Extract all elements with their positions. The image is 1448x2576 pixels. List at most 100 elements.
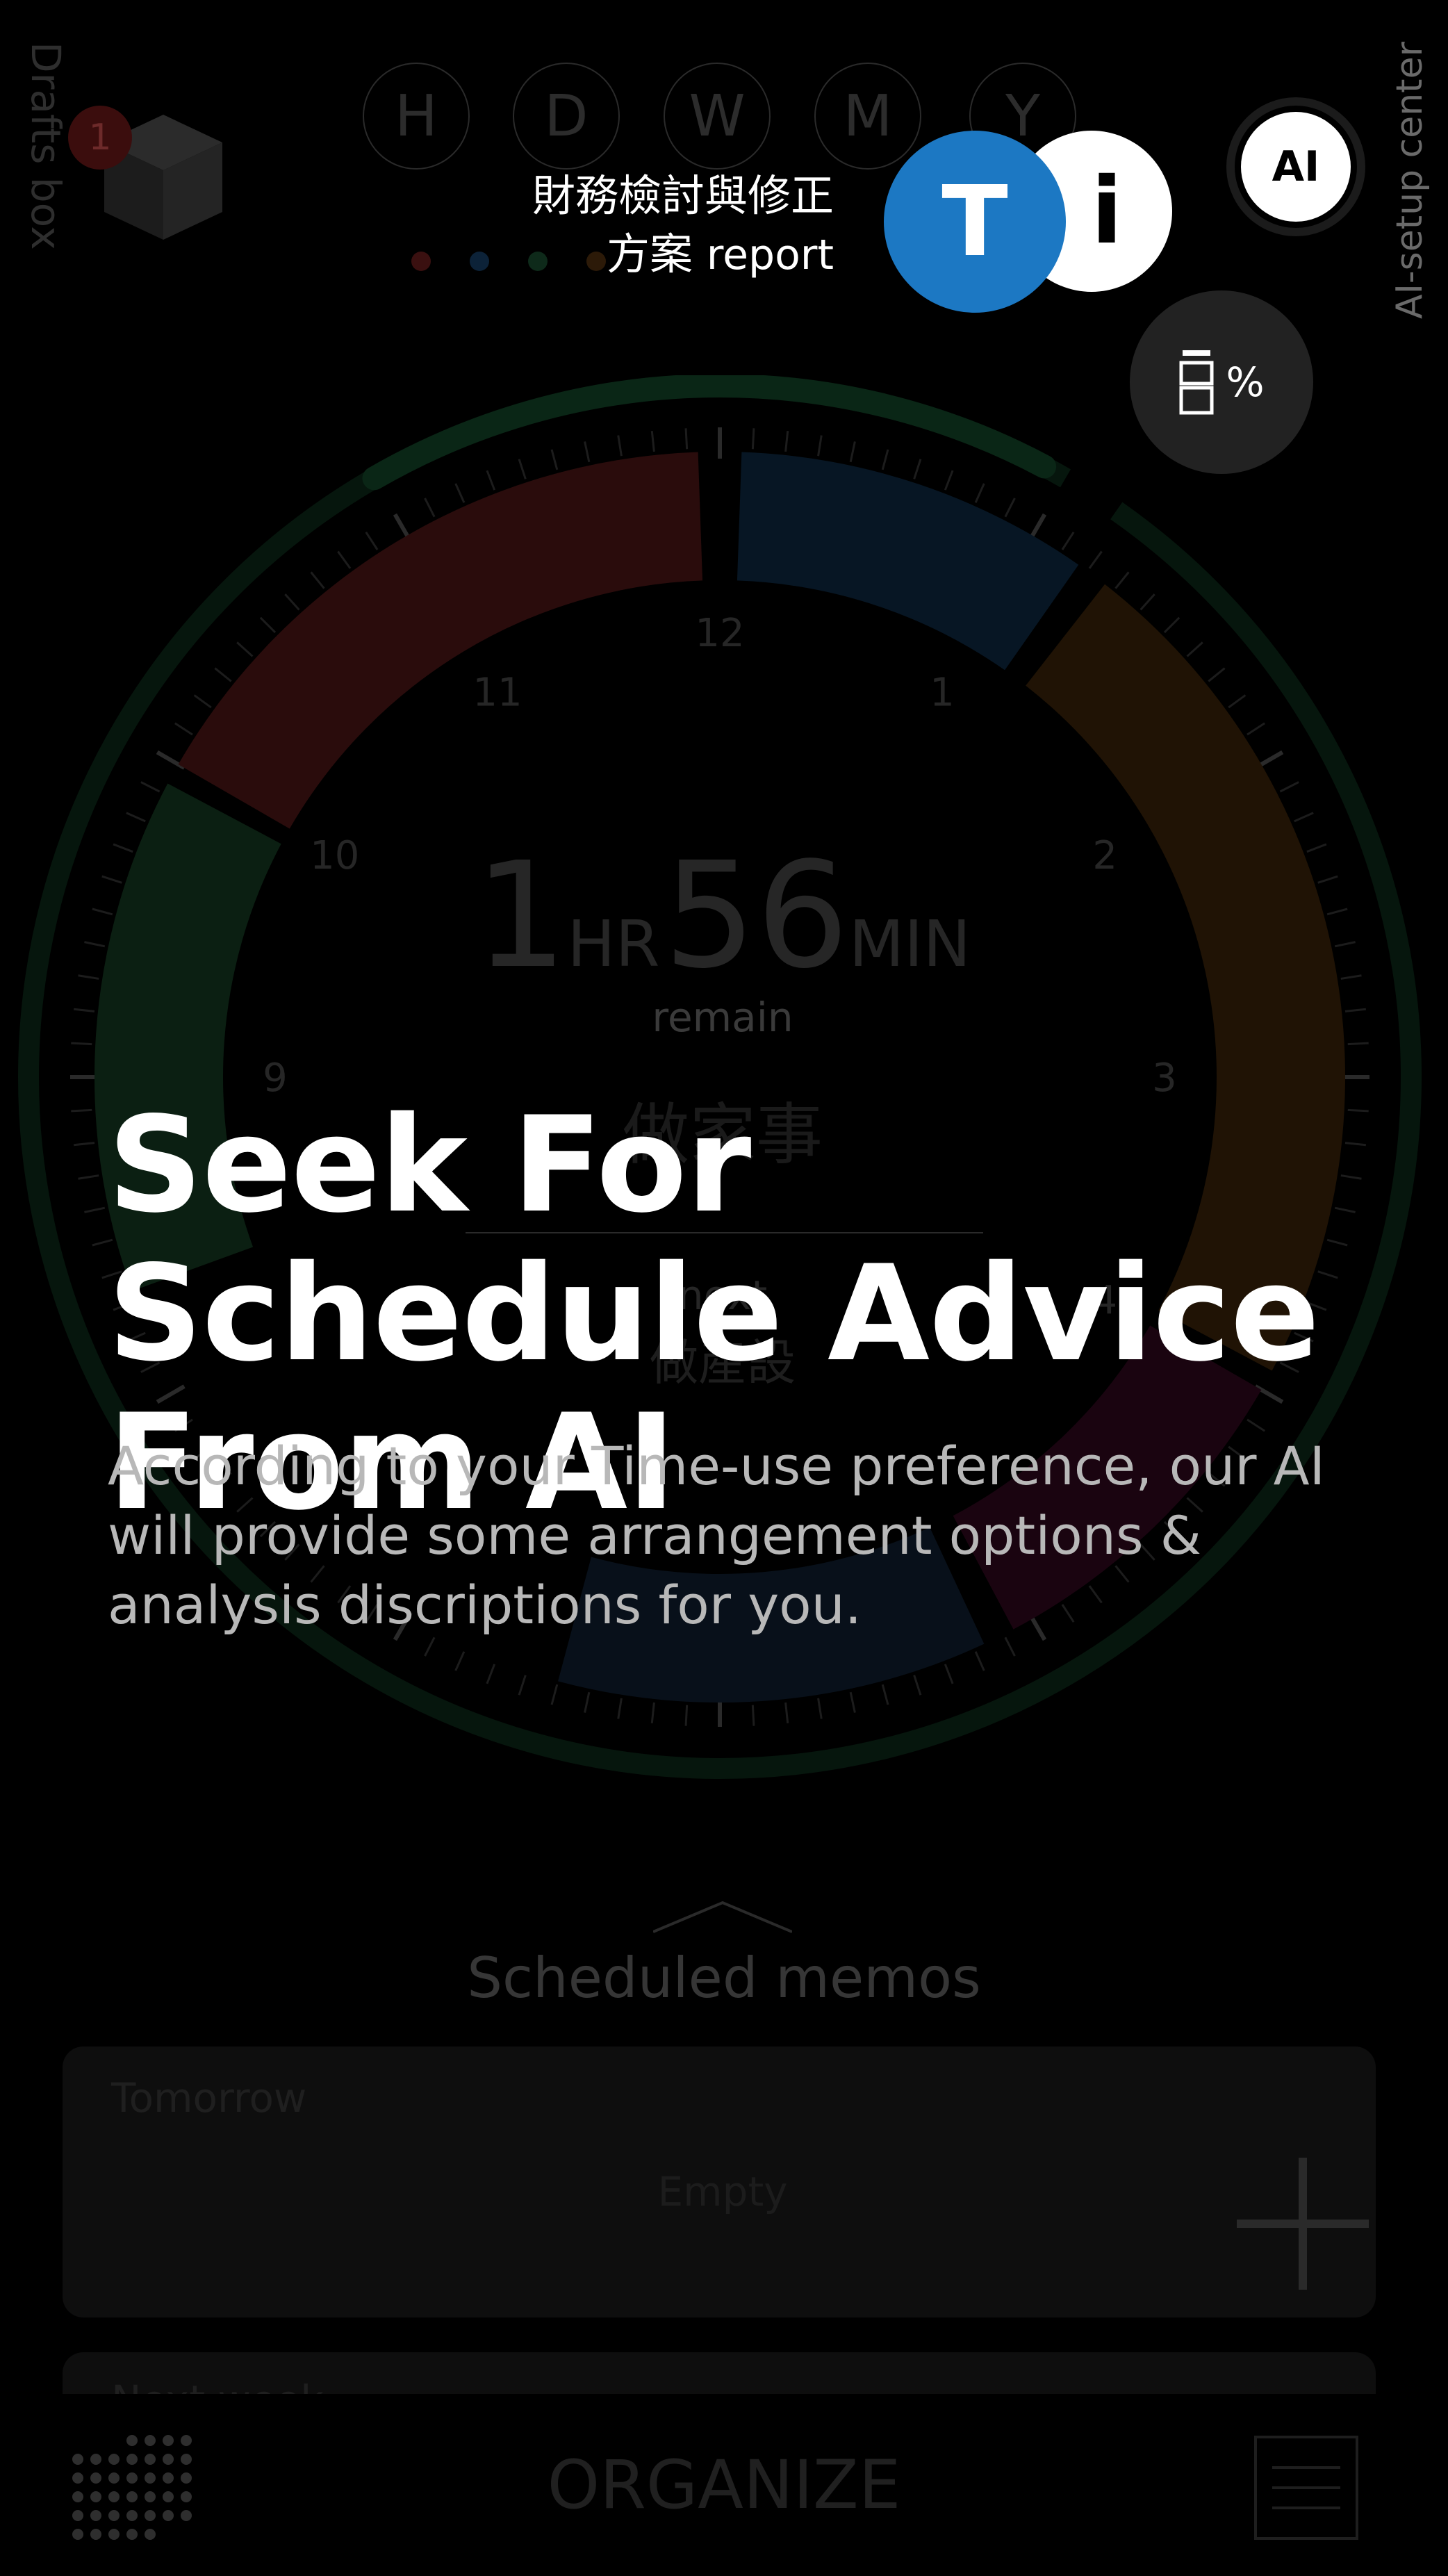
dial-tick [424,1636,436,1657]
dial-tick [817,1698,823,1719]
dial-tick [84,1206,106,1213]
grid-dot [126,2435,138,2446]
grid-dot [90,2454,101,2465]
grid-dot [126,2472,138,2484]
dial-tick [944,1664,954,1684]
grid-dot [181,2435,192,2446]
grid-dot [163,2510,174,2521]
dial-tick [365,532,379,550]
grid-dot [163,2454,174,2465]
dial-tick [1004,498,1016,518]
dot-grid-icon[interactable] [69,2432,195,2543]
dial-tick [1317,875,1338,884]
grid-dot [108,2454,120,2465]
memo-day-label: Tomorrow [111,2074,307,2122]
dial-tick [913,1675,922,1696]
time-remaining-display: 1HR 56MIN [445,830,1001,1001]
grid-dot [90,2510,101,2521]
dial-tick [486,1664,496,1684]
dial-tick [113,843,133,853]
hour-label: 12 [695,611,744,656]
dial-tick [156,750,186,770]
period-tab-d[interactable]: D [513,63,620,170]
scheduled-memos-title: Scheduled memos [467,1946,981,2010]
minutes-value: 56 [663,830,849,1001]
grid-dot [145,2472,156,2484]
add-memo-button[interactable] [1237,2158,1369,2290]
dial-tick [1344,1008,1367,1012]
grid-dot [181,2472,192,2484]
dial-tick [584,441,591,463]
grid-dot [163,2472,174,2484]
grid-dot [108,2491,120,2502]
dial-tick [214,667,232,682]
dial-tick [944,470,954,491]
avatar-t-letter: T [941,165,1008,279]
drafts-box-label[interactable]: Drafts box [0,42,69,250]
grid-dot [108,2510,120,2521]
dial-tick [1279,781,1299,793]
dial-tick [1294,812,1314,823]
report-title[interactable]: 財務檢討與修正 方案 report [445,167,834,284]
schedule-segment[interactable] [178,452,703,829]
dial-tick [518,459,527,479]
chevron-up-icon[interactable] [653,1897,792,1939]
drafts-count-badge: 1 [68,106,132,170]
dial-tick [550,1684,559,1705]
hour-label: 10 [310,833,359,878]
organize-button[interactable]: ORGANIZE [446,2446,1002,2524]
grid-dot [108,2529,120,2540]
dial-tick [881,449,889,470]
dial-tick [1334,941,1356,948]
avatar-t[interactable]: T [884,131,1066,313]
progress-ring-active [362,375,1057,491]
grid-dot [181,2454,192,2465]
dial-tick [849,441,856,463]
dial-tick [424,498,436,518]
dial-tick [881,1684,889,1705]
grid-dot [108,2472,120,2484]
hour-label: 11 [472,671,522,716]
dial-tick [193,694,212,709]
schedule-segment[interactable] [737,452,1079,671]
remain-label: remain [652,994,793,1041]
dial-tick [751,428,755,450]
dial-tick [1326,908,1348,916]
period-tab-w[interactable]: W [664,63,771,170]
dial-tick [84,941,106,948]
dial-tick [73,1008,95,1012]
ai-button-ring[interactable]: AI [1226,97,1365,236]
dial-tick [1004,1636,1016,1657]
ai-setup-center-link[interactable]: AI-setup center [1372,28,1448,334]
dial-tick [1208,667,1226,682]
dial-tick [617,1698,623,1719]
report-title-line2: 方案 [607,229,693,279]
grid-dot [72,2472,83,2484]
dial-tick [1140,593,1155,611]
grid-dot [126,2510,138,2521]
percent-button[interactable]: % [1130,290,1313,474]
ai-button[interactable]: AI [1241,112,1351,222]
grid-dot [181,2491,192,2502]
dial-tick [78,974,99,980]
dial-tick [518,1675,527,1696]
dial-tick [849,1691,856,1713]
dial-tick [259,616,277,634]
grid-dot [145,2491,156,2502]
grid-dot [126,2491,138,2502]
dial-tick [650,430,655,452]
minutes-unit: MIN [848,907,971,981]
grid-dot [90,2491,101,2502]
dial-tick [684,1705,689,1726]
dial-tick [751,1705,755,1726]
grid-dot [72,2510,83,2521]
dial-tick [71,1042,92,1046]
dial-tick [650,1702,655,1724]
period-tab-m[interactable]: M [814,63,921,170]
menu-button[interactable] [1254,2436,1358,2540]
dial-tick [78,1174,99,1180]
avatar-i-letter: i [1091,158,1123,265]
dial-tick [550,449,559,470]
dial-tick [284,593,300,611]
period-tab-h[interactable]: H [363,63,470,170]
